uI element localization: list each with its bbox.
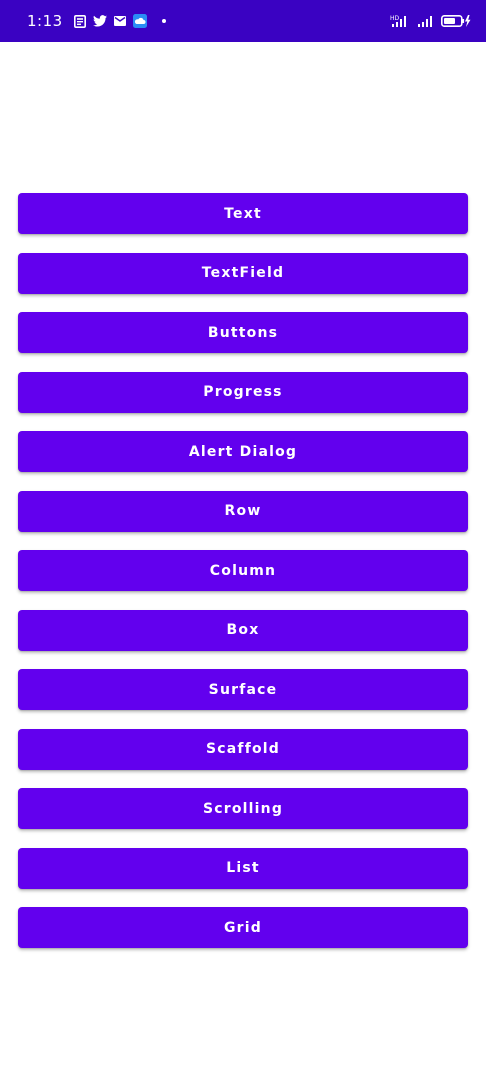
battery-charging-icon bbox=[441, 14, 472, 28]
grid-button[interactable]: Grid bbox=[18, 907, 468, 948]
status-bar: 1:13 HD bbox=[0, 0, 486, 42]
row-button[interactable]: Row bbox=[18, 490, 468, 532]
text-button[interactable]: Text bbox=[18, 193, 468, 234]
alert-dialog-button[interactable]: Alert Dialog bbox=[18, 431, 468, 472]
status-right: HD bbox=[390, 0, 472, 42]
volte-signal-icon: HD bbox=[390, 14, 412, 28]
list-button[interactable]: List bbox=[18, 847, 468, 889]
notification-dot-icon bbox=[161, 19, 166, 23]
mail-icon bbox=[113, 14, 126, 28]
component-button-list: Text TextField Buttons Progress Alert Di… bbox=[18, 193, 468, 967]
surface-button[interactable]: Surface bbox=[18, 669, 468, 710]
progress-button[interactable]: Progress bbox=[18, 371, 468, 413]
box-button[interactable]: Box bbox=[18, 609, 468, 651]
status-left: 1:13 bbox=[27, 0, 166, 42]
status-time: 1:13 bbox=[27, 12, 63, 30]
column-button[interactable]: Column bbox=[18, 550, 468, 591]
scrolling-button[interactable]: Scrolling bbox=[18, 788, 468, 829]
twitter-icon bbox=[92, 14, 107, 28]
volte-label: HD bbox=[390, 15, 400, 22]
textfield-button[interactable]: TextField bbox=[18, 252, 468, 294]
signal-icon bbox=[418, 14, 435, 28]
news-icon bbox=[73, 14, 86, 28]
buttons-button[interactable]: Buttons bbox=[18, 312, 468, 353]
scaffold-button[interactable]: Scaffold bbox=[18, 728, 468, 770]
cloud-icon bbox=[132, 14, 147, 28]
